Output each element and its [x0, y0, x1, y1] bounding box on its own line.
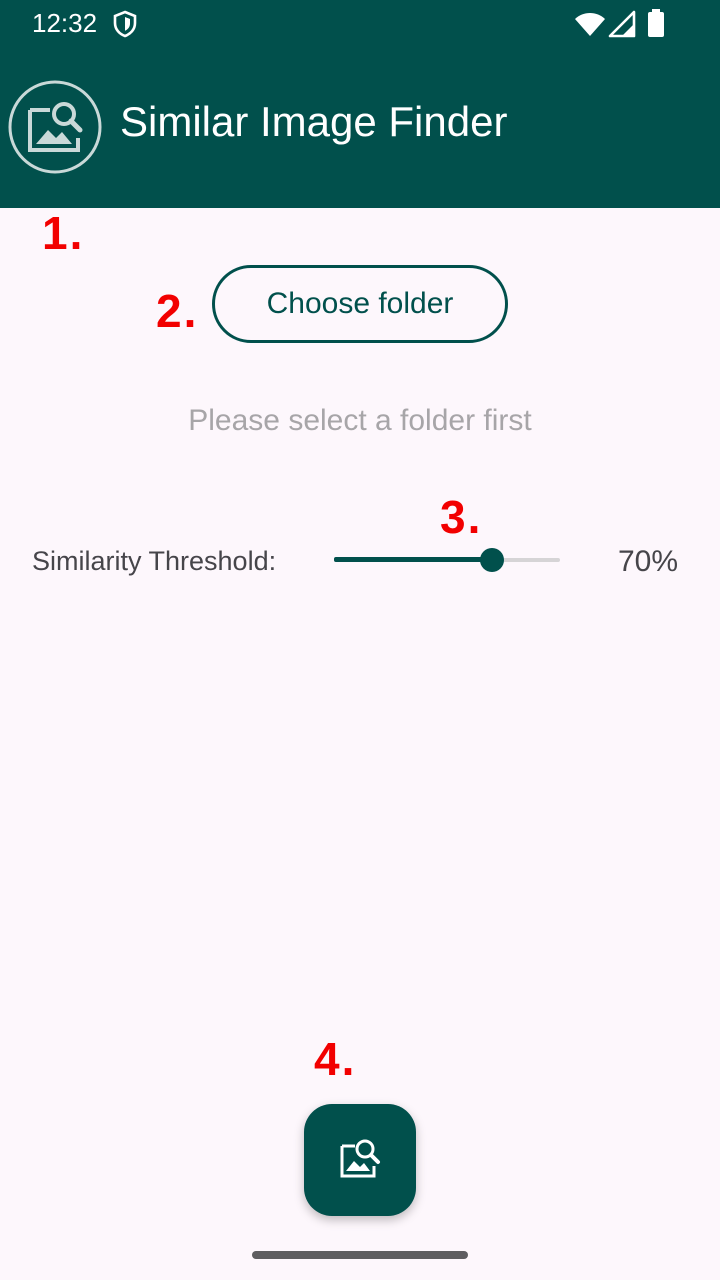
gesture-nav-handle[interactable]	[252, 1251, 468, 1259]
app-title: Similar Image Finder	[120, 98, 508, 145]
shield-icon	[112, 10, 138, 43]
battery-icon	[646, 8, 666, 43]
annotation-marker-1: 1.	[42, 207, 85, 259]
annotation-marker-3: 3.	[440, 491, 483, 543]
find-similar-images-fab[interactable]	[304, 1104, 416, 1216]
similarity-threshold-value: 70%	[618, 545, 679, 578]
image-search-icon	[338, 1136, 382, 1185]
image-search-icon	[8, 80, 102, 174]
choose-folder-button[interactable]: Choose folder	[212, 265, 508, 343]
select-folder-hint: Please select a folder first	[188, 404, 532, 437]
annotation-marker-2: 2.	[156, 285, 199, 337]
wifi-icon	[574, 10, 606, 43]
annotation-marker-4: 4.	[314, 1033, 357, 1085]
slider-thumb[interactable]	[480, 548, 504, 572]
choose-folder-label: Choose folder	[266, 287, 454, 320]
app-bar: Similar Image Finder	[0, 48, 720, 208]
status-bar: 12:32	[0, 0, 720, 48]
similarity-threshold-label: Similarity Threshold:	[32, 546, 277, 576]
cell-signal-icon	[608, 10, 636, 43]
status-time: 12:32	[32, 8, 98, 38]
slider-track-active	[334, 557, 492, 562]
similarity-threshold-slider[interactable]	[334, 548, 560, 572]
